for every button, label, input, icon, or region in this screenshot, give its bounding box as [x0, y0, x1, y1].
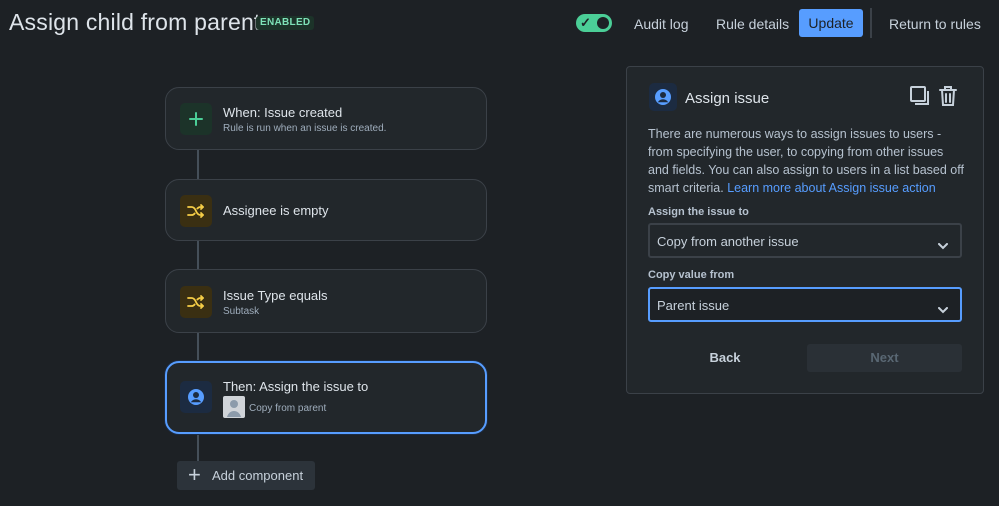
add-component-label: Add component: [212, 468, 304, 483]
chevron-down-icon: [938, 237, 948, 255]
shuffle-icon: [180, 195, 212, 227]
action-title: Then: Assign the issue to: [223, 379, 369, 394]
shuffle-icon: [180, 286, 212, 318]
flow-connector: [197, 240, 199, 270]
panel-title: Assign issue: [685, 90, 770, 107]
update-button[interactable]: Update: [799, 9, 863, 37]
action-subtitle: Copy from parent: [249, 403, 327, 414]
copy-value-select[interactable]: Parent issue: [648, 287, 962, 322]
page-title: Assign child from parent: [9, 9, 261, 35]
panel-description: There are numerous ways to assign issues…: [648, 125, 966, 197]
condition-card-issue-type[interactable]: Issue Type equals Subtask: [165, 269, 487, 333]
status-badge: ENABLED: [256, 16, 315, 30]
flow-connector: [197, 150, 199, 180]
audit-log-link[interactable]: Audit log: [634, 16, 688, 32]
check-icon: ✓: [580, 15, 591, 30]
condition-card-assignee[interactable]: Assignee is empty: [165, 179, 487, 241]
toggle-knob: [597, 17, 609, 29]
condition-title: Issue Type equals: [223, 288, 328, 303]
rule-details-link[interactable]: Rule details: [716, 16, 789, 32]
back-button[interactable]: Back: [685, 344, 765, 372]
plus-icon: +: [188, 462, 201, 487]
avatar: [223, 396, 245, 418]
flow-connector: [197, 433, 199, 463]
component-config-panel: Assign issue There are numerous ways to …: [626, 66, 984, 394]
condition-subtitle: Subtask: [223, 306, 260, 317]
user-icon: [180, 381, 212, 413]
trigger-card[interactable]: When: Issue created Rule is run when an …: [165, 87, 487, 150]
add-component-button[interactable]: + Add component: [177, 461, 315, 490]
rule-enabled-toggle[interactable]: ✓: [576, 14, 612, 32]
action-card-assign[interactable]: Then: Assign the issue to Copy from pare…: [165, 361, 487, 434]
copy-select-value: Parent issue: [657, 298, 730, 313]
duplicate-icon[interactable]: [909, 85, 931, 112]
assign-select[interactable]: Copy from another issue: [648, 223, 962, 258]
learn-more-link[interactable]: Learn more about Assign issue action: [727, 181, 935, 195]
chevron-down-icon: [938, 301, 948, 319]
copy-field-label: Copy value from: [648, 269, 735, 281]
trigger-subtitle: Rule is run when an issue is created.: [223, 123, 387, 134]
user-icon: [649, 83, 677, 111]
delete-icon[interactable]: [937, 85, 959, 112]
assign-select-value: Copy from another issue: [657, 234, 799, 249]
assign-field-label: Assign the issue to: [648, 206, 749, 218]
condition-title: Assignee is empty: [223, 203, 329, 218]
plus-icon: [180, 103, 212, 135]
next-button[interactable]: Next: [807, 344, 962, 372]
return-to-rules-link[interactable]: Return to rules: [889, 16, 981, 32]
header-divider: [870, 8, 872, 38]
trigger-title: When: Issue created: [223, 105, 343, 120]
flow-connector: [197, 332, 199, 362]
